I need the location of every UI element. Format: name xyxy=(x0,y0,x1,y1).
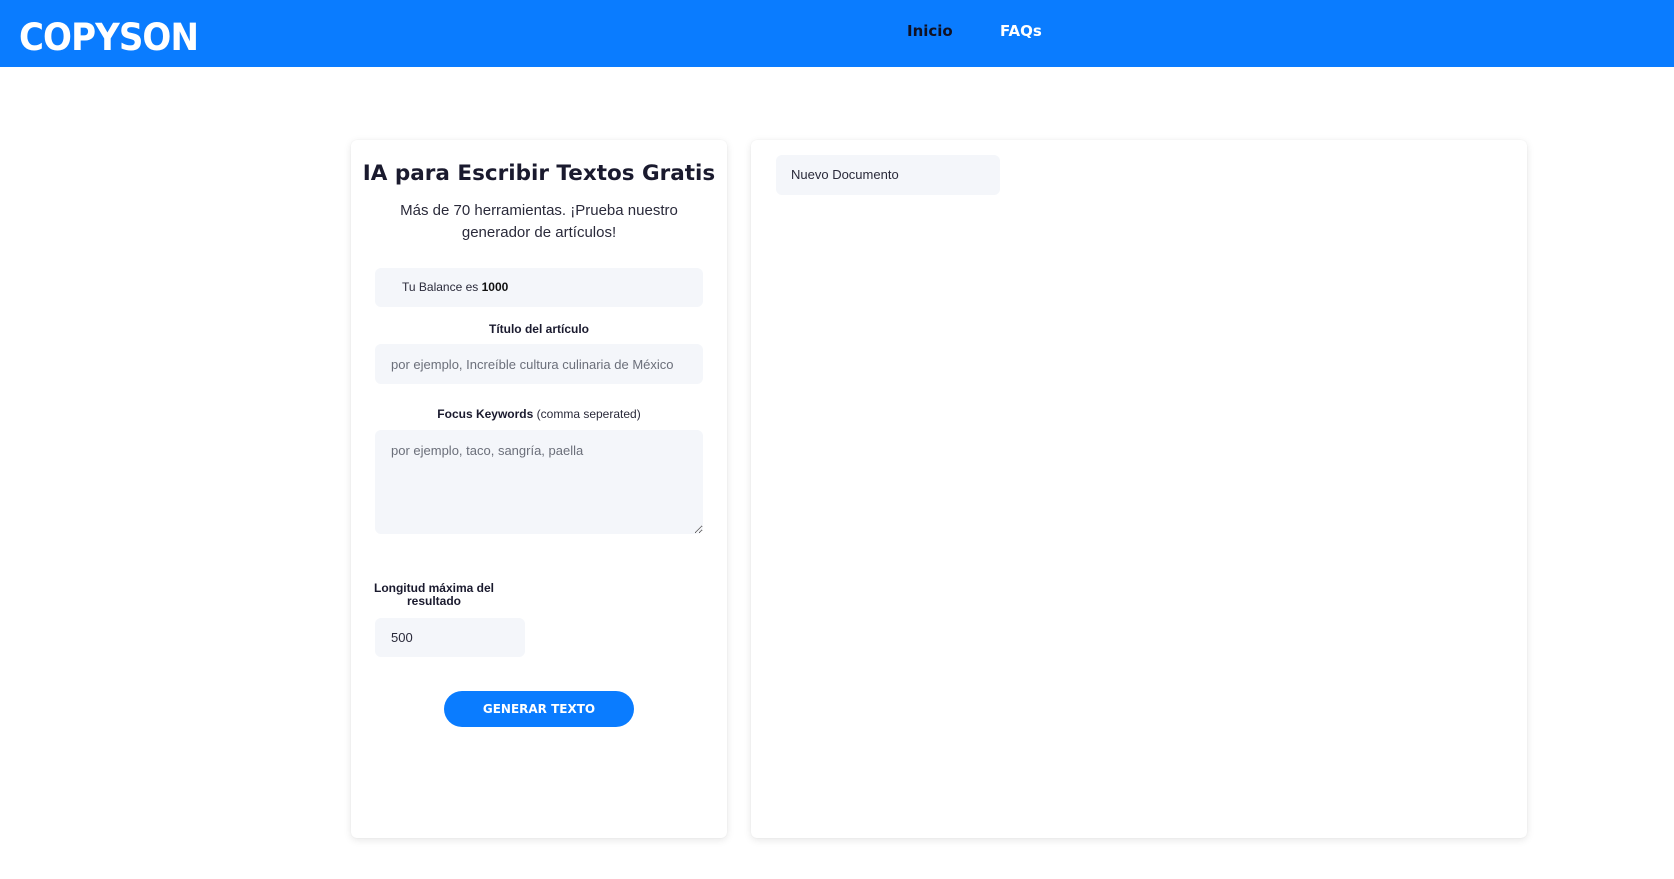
nav-faqs-link[interactable]: FAQs xyxy=(1000,20,1042,42)
generator-form-card: IA para Escribir Textos Gratis Más de 70… xyxy=(351,140,727,838)
document-panel: Nuevo Documento xyxy=(751,140,1527,838)
page-subtitle: Más de 70 herramientas. ¡Prueba nuestro … xyxy=(400,202,678,241)
focus-keywords-label: Focus Keywords (comma seperated) xyxy=(351,407,727,422)
max-length-input[interactable] xyxy=(375,618,525,657)
top-navbar: COPYSON Inicio FAQs xyxy=(0,0,1674,67)
balance-value: 1000 xyxy=(481,280,509,294)
nav-inicio-link[interactable]: Inicio xyxy=(907,20,953,42)
focus-keywords-hint: (comma seperated) xyxy=(536,407,641,421)
page-title: IA para Escribir Textos Gratis xyxy=(362,161,716,186)
focus-keywords-textarea[interactable] xyxy=(375,430,703,534)
balance-prefix: Tu Balance es xyxy=(402,280,479,294)
focus-keywords-label-text: Focus Keywords xyxy=(437,407,534,421)
max-length-label: Longitud máxima del resultado xyxy=(373,581,494,608)
balance-display: Tu Balance es 1000 xyxy=(375,268,703,307)
article-title-label: Título del artículo xyxy=(488,322,589,336)
copyson-logo[interactable]: COPYSON xyxy=(19,14,199,62)
article-title-input[interactable] xyxy=(375,344,703,384)
generate-text-button[interactable]: GENERAR TEXTO xyxy=(444,691,634,727)
new-document-tab[interactable]: Nuevo Documento xyxy=(776,155,1000,195)
